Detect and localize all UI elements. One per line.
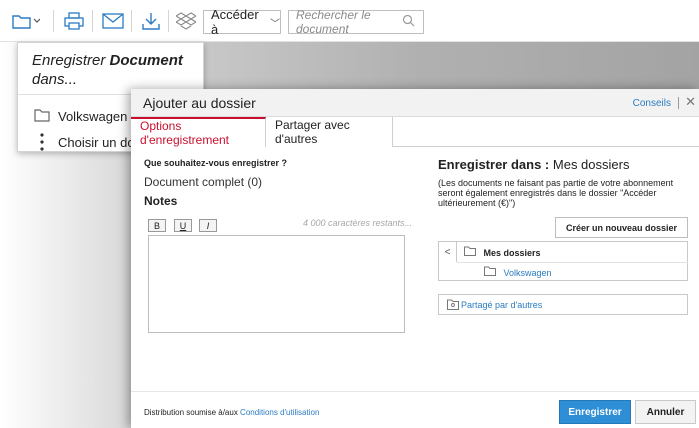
notes-textarea[interactable] <box>148 235 405 333</box>
toolbar-divider <box>92 10 93 32</box>
save-in-heading: Enregistrer dans : Mes dossiers <box>438 157 630 172</box>
add-to-folder-dialog: Ajouter au dossier Conseils ✕ Options d'… <box>131 89 699 428</box>
terms-link[interactable]: Conditions d'utilisation <box>240 408 319 417</box>
divider <box>678 97 679 109</box>
tab-save-options[interactable]: Options d'enregistrement <box>131 117 266 147</box>
tree-root-item[interactable]: Mes dossiers <box>464 246 541 258</box>
folder-tree: < Mes dossiers Volkswagen <box>438 241 688 281</box>
bold-button[interactable]: B <box>148 219 166 232</box>
top-toolbar: Accéder à ﹀ Rechercher le document <box>0 0 699 42</box>
more-vertical-icon <box>40 133 44 154</box>
close-icon[interactable]: ✕ <box>685 94 696 110</box>
download-button[interactable] <box>139 10 163 32</box>
notes-label: Notes <box>144 194 178 208</box>
print-button[interactable] <box>62 10 86 32</box>
toolbar-divider <box>131 10 132 32</box>
characters-remaining: 4 000 caractères restants... <box>303 218 413 228</box>
document-option[interactable]: Document complet (0) <box>144 175 262 189</box>
divider <box>131 391 699 392</box>
subscription-note: (Les documents ne faisant pas partie de … <box>438 178 674 208</box>
shared-label: Partagé par d'autres <box>461 299 543 310</box>
search-icon[interactable] <box>402 14 415 30</box>
printer-icon <box>64 12 84 30</box>
folder-icon <box>12 15 40 29</box>
dropdown-item-label: Volkswagen <box>58 108 128 124</box>
folder-icon <box>484 266 499 278</box>
email-button[interactable] <box>100 10 126 32</box>
dialog-title: Ajouter au dossier <box>143 95 256 111</box>
search-input[interactable]: Rechercher le document <box>288 8 424 36</box>
dropbox-icon <box>176 12 196 30</box>
shared-by-others[interactable]: Partagé par d'autres <box>438 294 688 315</box>
save-dropdown-title: Enregistrer Document dans... <box>32 52 183 88</box>
access-dropdown[interactable]: Accéder à ﹀ <box>203 7 281 37</box>
dialog-header: Ajouter au dossier Conseils ✕ <box>131 89 699 117</box>
save-button[interactable]: Enregistrer <box>559 400 631 424</box>
back-chevron-icon[interactable]: < <box>439 242 457 262</box>
access-label: Accéder à <box>211 7 259 37</box>
mail-icon <box>102 13 124 29</box>
italic-button[interactable]: I <box>199 219 217 232</box>
download-icon <box>142 13 160 30</box>
dropbox-button[interactable] <box>174 10 198 32</box>
create-folder-button[interactable]: Créer un nouveau dossier <box>555 217 688 238</box>
distribution-text: Distribution soumise à/aux Conditions d'… <box>144 408 320 417</box>
tab-share[interactable]: Partager avec d'autres <box>266 117 393 147</box>
divider <box>457 262 688 263</box>
folder-icon <box>34 108 50 125</box>
conseils-link[interactable]: Conseils <box>633 98 671 109</box>
shared-folder-icon <box>447 299 459 312</box>
save-question: Que souhaitez-vous enregistrer ? <box>144 158 288 168</box>
tree-child-volkswagen[interactable]: Volkswagen <box>484 266 552 278</box>
cancel-button[interactable]: Annuler <box>635 400 696 424</box>
toolbar-divider <box>53 10 54 32</box>
underline-button[interactable]: U <box>174 219 192 232</box>
folder-menu-button[interactable] <box>10 10 42 32</box>
chevron-down-icon: ﹀ <box>270 18 280 30</box>
folder-icon <box>464 246 479 258</box>
dialog-tabs: Options d'enregistrement Partager avec d… <box>131 117 699 147</box>
toolbar-divider <box>168 10 169 32</box>
